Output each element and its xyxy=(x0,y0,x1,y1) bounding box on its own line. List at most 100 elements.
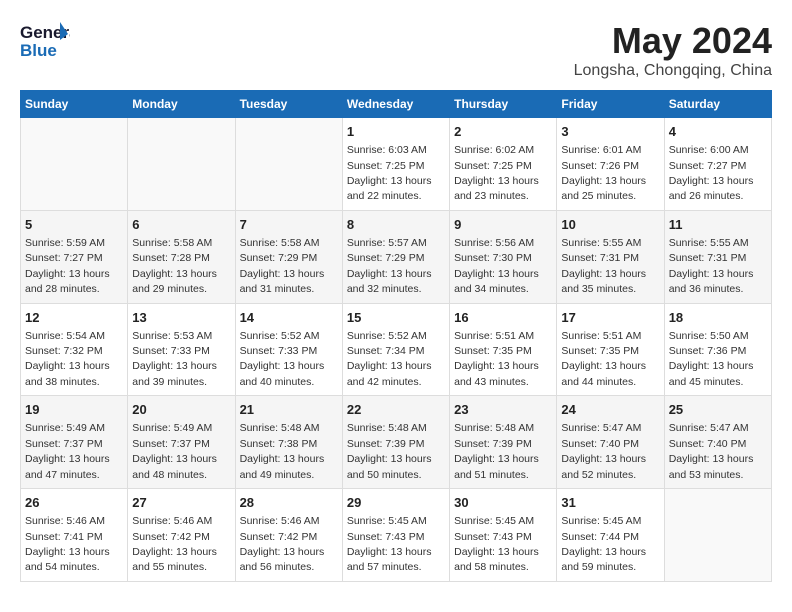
day-number: 20 xyxy=(132,401,230,419)
day-info: Sunrise: 5:51 AMSunset: 7:35 PMDaylight:… xyxy=(561,330,646,388)
day-number: 30 xyxy=(454,494,552,512)
day-number: 23 xyxy=(454,401,552,419)
day-info: Sunrise: 5:46 AMSunset: 7:42 PMDaylight:… xyxy=(132,515,217,573)
day-info: Sunrise: 5:47 AMSunset: 7:40 PMDaylight:… xyxy=(561,422,646,480)
day-info: Sunrise: 5:57 AMSunset: 7:29 PMDaylight:… xyxy=(347,237,432,295)
calendar-header: Sunday Monday Tuesday Wednesday Thursday… xyxy=(21,91,772,118)
calendar-cell: 6 Sunrise: 5:58 AMSunset: 7:28 PMDaylight… xyxy=(128,210,235,303)
calendar-cell: 11Sunrise: 5:55 AMSunset: 7:31 PMDayligh… xyxy=(664,210,771,303)
day-info: Sunrise: 5:58 AMSunset: 7:28 PMDaylight:… xyxy=(132,237,217,295)
day-number: 3 xyxy=(561,123,659,141)
calendar-cell: 3 Sunrise: 6:01 AMSunset: 7:26 PMDaylight… xyxy=(557,118,664,211)
calendar-cell: 8 Sunrise: 5:57 AMSunset: 7:29 PMDaylight… xyxy=(342,210,449,303)
week-row-1: 1Sunrise: 6:03 AMSunset: 7:25 PMDaylight… xyxy=(21,118,772,211)
calendar-cell xyxy=(128,118,235,211)
day-info: Sunrise: 6:01 AMSunset: 7:26 PMDaylight:… xyxy=(561,144,646,202)
day-number: 22 xyxy=(347,401,445,419)
calendar-cell: 20 Sunrise: 5:49 AMSunset: 7:37 PMDayligh… xyxy=(128,396,235,489)
day-info: Sunrise: 5:46 AMSunset: 7:42 PMDaylight:… xyxy=(240,515,325,573)
calendar-cell xyxy=(21,118,128,211)
day-number: 9 xyxy=(454,216,552,234)
day-number: 21 xyxy=(240,401,338,419)
calendar-cell: 26 Sunrise: 5:46 AMSunset: 7:41 PMDayligh… xyxy=(21,489,128,582)
day-info: Sunrise: 6:03 AMSunset: 7:25 PMDaylight:… xyxy=(347,144,432,202)
day-info: Sunrise: 5:58 AMSunset: 7:29 PMDaylight:… xyxy=(240,237,325,295)
calendar-cell: 12Sunrise: 5:54 AMSunset: 7:32 PMDayligh… xyxy=(21,303,128,396)
header-thursday: Thursday xyxy=(450,91,557,118)
calendar-cell: 29Sunrise: 5:45 AMSunset: 7:43 PMDayligh… xyxy=(342,489,449,582)
day-number: 27 xyxy=(132,494,230,512)
day-number: 2 xyxy=(454,123,552,141)
day-number: 14 xyxy=(240,309,338,327)
header-saturday: Saturday xyxy=(664,91,771,118)
calendar-cell: 7 Sunrise: 5:58 AMSunset: 7:29 PMDaylight… xyxy=(235,210,342,303)
calendar-cell: 2Sunrise: 6:02 AMSunset: 7:25 PMDaylight… xyxy=(450,118,557,211)
main-title: May 2024 xyxy=(574,20,772,62)
svg-text:Blue: Blue xyxy=(20,41,57,60)
header-tuesday: Tuesday xyxy=(235,91,342,118)
title-area: May 2024 Longsha, Chongqing, China xyxy=(574,20,772,80)
day-info: Sunrise: 5:53 AMSunset: 7:33 PMDaylight:… xyxy=(132,330,217,388)
day-info: Sunrise: 5:49 AMSunset: 7:37 PMDaylight:… xyxy=(25,422,110,480)
header-wednesday: Wednesday xyxy=(342,91,449,118)
calendar-cell: 30 Sunrise: 5:45 AMSunset: 7:43 PMDayligh… xyxy=(450,489,557,582)
header-sunday: Sunday xyxy=(21,91,128,118)
day-info: Sunrise: 5:46 AMSunset: 7:41 PMDaylight:… xyxy=(25,515,110,573)
calendar-cell xyxy=(235,118,342,211)
day-info: Sunrise: 5:55 AMSunset: 7:31 PMDaylight:… xyxy=(669,237,754,295)
day-number: 28 xyxy=(240,494,338,512)
calendar-cell: 19Sunrise: 5:49 AMSunset: 7:37 PMDayligh… xyxy=(21,396,128,489)
day-number: 10 xyxy=(561,216,659,234)
day-info: Sunrise: 5:45 AMSunset: 7:44 PMDaylight:… xyxy=(561,515,646,573)
page-header: General Blue May 2024 Longsha, Chongqing… xyxy=(20,20,772,80)
calendar-cell: 22Sunrise: 5:48 AMSunset: 7:39 PMDayligh… xyxy=(342,396,449,489)
header-monday: Monday xyxy=(128,91,235,118)
day-info: Sunrise: 5:51 AMSunset: 7:35 PMDaylight:… xyxy=(454,330,539,388)
subtitle: Longsha, Chongqing, China xyxy=(574,62,772,80)
day-info: Sunrise: 5:45 AMSunset: 7:43 PMDaylight:… xyxy=(454,515,539,573)
day-info: Sunrise: 5:54 AMSunset: 7:32 PMDaylight:… xyxy=(25,330,110,388)
day-number: 4 xyxy=(669,123,767,141)
calendar-cell: 13 Sunrise: 5:53 AMSunset: 7:33 PMDayligh… xyxy=(128,303,235,396)
calendar-body: 1Sunrise: 6:03 AMSunset: 7:25 PMDaylight… xyxy=(21,118,772,582)
day-number: 7 xyxy=(240,216,338,234)
day-info: Sunrise: 5:52 AMSunset: 7:33 PMDaylight:… xyxy=(240,330,325,388)
calendar-table: Sunday Monday Tuesday Wednesday Thursday… xyxy=(20,90,772,582)
day-info: Sunrise: 5:48 AMSunset: 7:39 PMDaylight:… xyxy=(454,422,539,480)
day-number: 25 xyxy=(669,401,767,419)
calendar-cell xyxy=(664,489,771,582)
day-number: 6 xyxy=(132,216,230,234)
day-info: Sunrise: 5:59 AMSunset: 7:27 PMDaylight:… xyxy=(25,237,110,295)
day-number: 18 xyxy=(669,309,767,327)
calendar-cell: 17 Sunrise: 5:51 AMSunset: 7:35 PMDayligh… xyxy=(557,303,664,396)
day-number: 26 xyxy=(25,494,123,512)
week-row-4: 19Sunrise: 5:49 AMSunset: 7:37 PMDayligh… xyxy=(21,396,772,489)
day-number: 29 xyxy=(347,494,445,512)
day-number: 13 xyxy=(132,309,230,327)
calendar-cell: 5 Sunrise: 5:59 AMSunset: 7:27 PMDaylight… xyxy=(21,210,128,303)
header-friday: Friday xyxy=(557,91,664,118)
day-number: 17 xyxy=(561,309,659,327)
calendar-cell: 24 Sunrise: 5:47 AMSunset: 7:40 PMDayligh… xyxy=(557,396,664,489)
logo-svg: General Blue xyxy=(20,20,70,64)
calendar-cell: 27 Sunrise: 5:46 AMSunset: 7:42 PMDayligh… xyxy=(128,489,235,582)
day-info: Sunrise: 6:00 AMSunset: 7:27 PMDaylight:… xyxy=(669,144,754,202)
day-number: 15 xyxy=(347,309,445,327)
day-info: Sunrise: 5:49 AMSunset: 7:37 PMDaylight:… xyxy=(132,422,217,480)
day-info: Sunrise: 5:47 AMSunset: 7:40 PMDaylight:… xyxy=(669,422,754,480)
week-row-5: 26 Sunrise: 5:46 AMSunset: 7:41 PMDayligh… xyxy=(21,489,772,582)
day-number: 31 xyxy=(561,494,659,512)
day-number: 8 xyxy=(347,216,445,234)
calendar-cell: 23 Sunrise: 5:48 AMSunset: 7:39 PMDayligh… xyxy=(450,396,557,489)
calendar-cell: 21Sunrise: 5:48 AMSunset: 7:38 PMDayligh… xyxy=(235,396,342,489)
calendar-cell: 4 Sunrise: 6:00 AMSunset: 7:27 PMDaylight… xyxy=(664,118,771,211)
calendar-cell: 25 Sunrise: 5:47 AMSunset: 7:40 PMDayligh… xyxy=(664,396,771,489)
day-info: Sunrise: 5:52 AMSunset: 7:34 PMDaylight:… xyxy=(347,330,432,388)
day-number: 24 xyxy=(561,401,659,419)
day-number: 16 xyxy=(454,309,552,327)
calendar-cell: 15 Sunrise: 5:52 AMSunset: 7:34 PMDayligh… xyxy=(342,303,449,396)
calendar-cell: 14 Sunrise: 5:52 AMSunset: 7:33 PMDayligh… xyxy=(235,303,342,396)
calendar-cell: 9Sunrise: 5:56 AMSunset: 7:30 PMDaylight… xyxy=(450,210,557,303)
day-info: Sunrise: 5:50 AMSunset: 7:36 PMDaylight:… xyxy=(669,330,754,388)
day-number: 5 xyxy=(25,216,123,234)
